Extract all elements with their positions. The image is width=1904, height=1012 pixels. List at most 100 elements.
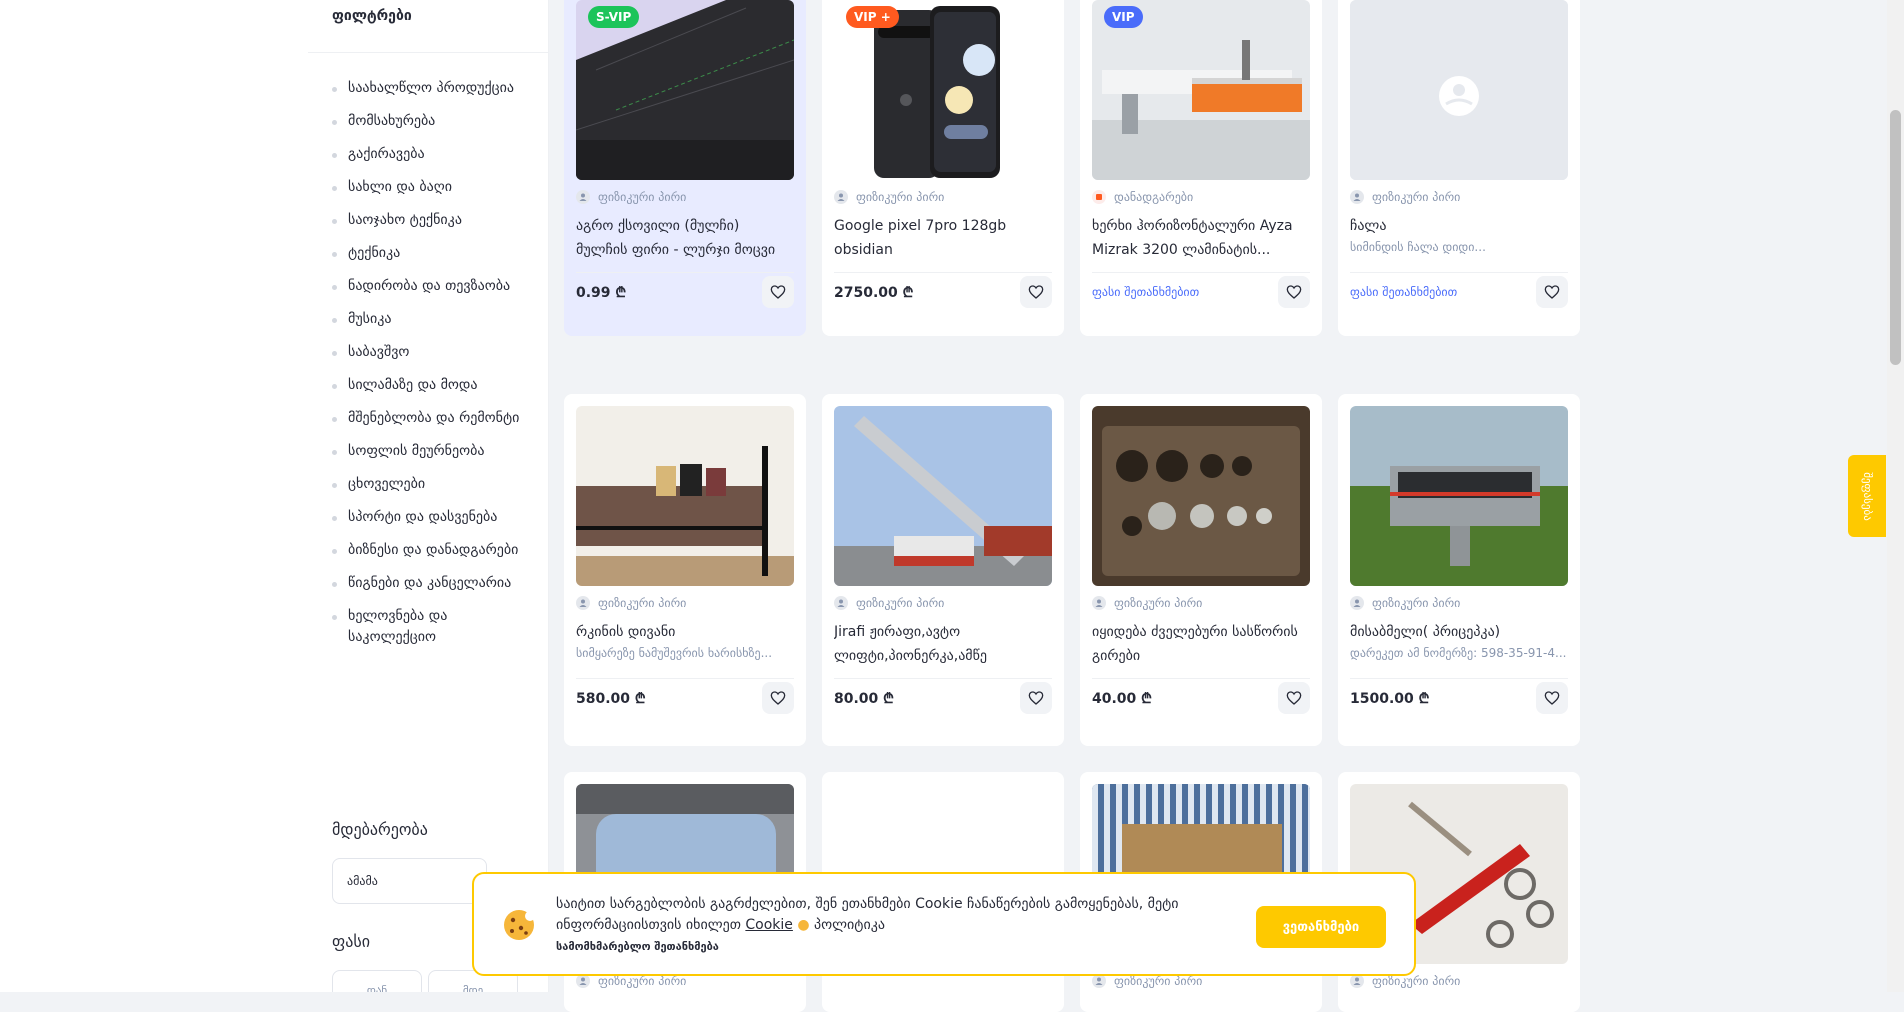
product-card[interactable]: ფიზიკური პირი ჩალა სიმინდის ჩალა დიდი...… <box>1338 0 1580 336</box>
product-title[interactable]: Jirafi ჟირაფი,ავტო ლიფტი,პიონერკა,ამწე <box>834 620 1052 668</box>
category-item[interactable]: სილამაზე და მოდა <box>332 375 532 396</box>
user-icon <box>1350 596 1364 610</box>
seller-row: ფიზიკური პირი <box>1350 188 1460 206</box>
seller-type: დანადგარები <box>1114 190 1194 204</box>
category-item[interactable]: წიგნები და კანცელარია <box>332 573 532 594</box>
product-card[interactable]: VIP + ფიზიკური პირი Google pixel 7pro 12… <box>822 0 1064 336</box>
product-price: ფასი შეთანხმებით <box>1092 285 1200 299</box>
cookie-banner: საიტით სარგებლობის გაგრძელებით, შენ ეთან… <box>472 872 1416 976</box>
seller-row: ფიზიკური პირი <box>576 594 686 612</box>
product-image[interactable]: S-VIP <box>576 0 794 180</box>
product-card[interactable]: S-VIP ფიზიკური პირი აგრო ქსოვილი (მულჩი)… <box>564 0 806 336</box>
category-item[interactable]: სპორტი და დასვენება <box>332 507 532 528</box>
divider <box>834 272 1052 273</box>
product-image[interactable] <box>576 406 794 586</box>
bullet-icon <box>332 87 337 92</box>
favorite-button[interactable] <box>1278 276 1310 308</box>
seller-type: ფიზიკური პირი <box>1372 190 1461 204</box>
favorite-button[interactable] <box>1020 276 1052 308</box>
heart-icon <box>1544 285 1560 299</box>
product-card[interactable]: ფიზიკური პირი რკინის დივანი სიმყარეზე ნა… <box>564 394 806 746</box>
scrollbar-thumb[interactable] <box>1890 110 1901 365</box>
seller-type: ფიზიკური პირი <box>856 596 945 610</box>
category-item[interactable]: ნადირობა და თევზაობა <box>332 276 532 297</box>
product-card[interactable]: ფიზიკური პირი იყიდება ძველებური სასწორის… <box>1080 394 1322 746</box>
feedback-label: შეფასება <box>1860 471 1874 521</box>
product-image[interactable] <box>1092 406 1310 586</box>
favorite-button[interactable] <box>1536 276 1568 308</box>
bullet-icon <box>332 549 337 554</box>
bullet-icon <box>332 285 337 290</box>
category-item[interactable]: მუსიკა <box>332 309 532 330</box>
bullet-icon <box>332 450 337 455</box>
scrollbar[interactable] <box>1887 0 1904 992</box>
seller-row: ფიზიკური პირი <box>834 188 944 206</box>
product-image[interactable] <box>1350 406 1568 586</box>
product-description: სიმყარეზე ნამუშევრის ხარისხზე... <box>576 646 773 660</box>
favorite-button[interactable] <box>762 276 794 308</box>
heart-icon <box>770 285 786 299</box>
cookie-text-after: პოლიტიკა <box>809 917 885 933</box>
bullet-icon <box>332 582 337 587</box>
product-image[interactable]: VIP + <box>834 0 1052 180</box>
category-label: ნადირობა და თევზაობა <box>348 278 511 294</box>
product-title[interactable]: იყიდება ძველებური სასწორის გირები <box>1092 620 1310 668</box>
product-card[interactable]: ფიზიკური პირი Jirafi ჟირაფი,ავტო ლიფტი,პ… <box>822 394 1064 746</box>
category-label: სახლი და ბაღი <box>348 179 452 195</box>
category-item[interactable]: ცხოველები <box>332 474 532 495</box>
category-label: მომსახურება <box>348 113 436 129</box>
product-title[interactable]: Google pixel 7pro 128gb obsidian <box>834 214 1052 262</box>
category-item[interactable]: საოჯახო ტექნიკა <box>332 210 532 231</box>
divider <box>576 272 794 273</box>
bullet-icon <box>332 384 337 389</box>
category-item[interactable]: საბავშვო <box>332 342 532 363</box>
category-item[interactable]: მომსახურება <box>332 111 532 132</box>
cookie-policy-link[interactable]: Cookie <box>745 917 793 933</box>
heart-icon <box>770 691 786 705</box>
category-item[interactable]: ხელოვნება და საკოლექციო <box>332 606 532 648</box>
favorite-button[interactable] <box>1278 682 1310 714</box>
svip-badge: S-VIP <box>588 6 640 28</box>
product-title[interactable]: აგრო ქსოვილი (მულჩი) მულჩის ფირი - ლურჯი… <box>576 214 794 262</box>
category-item[interactable]: გაქირავება <box>332 144 532 165</box>
accept-cookies-button[interactable]: ვეთანხმები <box>1256 906 1386 948</box>
seller-type: ფიზიკური პირი <box>598 596 687 610</box>
product-image[interactable]: VIP <box>1092 0 1310 180</box>
category-item[interactable]: საახალწლო პროდუქცია <box>332 78 532 99</box>
seller-type: ფიზიკური პირი <box>598 190 687 204</box>
product-image[interactable] <box>1350 0 1568 180</box>
terms-link[interactable]: სამომხმარებლო შეთანხმება <box>556 940 719 953</box>
product-title[interactable]: რკინის დივანი <box>576 620 794 644</box>
user-icon <box>576 974 590 988</box>
shop-icon <box>1092 190 1106 204</box>
product-title[interactable]: მისაბმელი( პრიცეპკა) <box>1350 620 1568 644</box>
category-item[interactable]: მშენებლობა და რემონტი <box>332 408 532 429</box>
product-title[interactable]: ჩალა <box>1350 214 1568 238</box>
favorite-button[interactable] <box>762 682 794 714</box>
user-icon <box>1092 596 1106 610</box>
category-label: საბავშვო <box>348 344 410 360</box>
category-item[interactable]: ბიზნესი და დანადგარები <box>332 540 532 561</box>
bullet-icon <box>332 219 337 224</box>
product-image[interactable] <box>834 406 1052 586</box>
user-icon <box>834 190 848 204</box>
feedback-tab[interactable]: შეფასება <box>1848 455 1886 537</box>
filters-title: ფილტრები <box>332 8 412 24</box>
cookie-icon <box>504 910 535 940</box>
product-card[interactable]: ფიზიკური პირი მისაბმელი( პრიცეპკა) დარეკ… <box>1338 394 1580 746</box>
category-item[interactable]: სოფლის მეურნეობა <box>332 441 532 462</box>
category-item[interactable]: სახლი და ბაღი <box>332 177 532 198</box>
category-item[interactable]: ტექნიკა <box>332 243 532 264</box>
bullet-icon <box>332 615 337 620</box>
favorite-button[interactable] <box>1536 682 1568 714</box>
product-card[interactable]: VIP დანადგარები ხერხი ჰორიზონტალური Ayza… <box>1080 0 1322 336</box>
user-icon <box>1350 190 1364 204</box>
price-from-input[interactable]: დან <box>332 970 422 992</box>
category-label: ტექნიკა <box>348 245 401 261</box>
product-price: 0.99 ₾ <box>576 285 627 301</box>
location-input[interactable] <box>332 858 487 904</box>
product-title[interactable]: ხერხი ჰორიზონტალური Ayza Mizrak 3200 ლამ… <box>1092 214 1310 262</box>
favorite-button[interactable] <box>1020 682 1052 714</box>
seller-row: ფიზიკური პირი <box>576 188 686 206</box>
category-label: საახალწლო პროდუქცია <box>348 80 515 96</box>
